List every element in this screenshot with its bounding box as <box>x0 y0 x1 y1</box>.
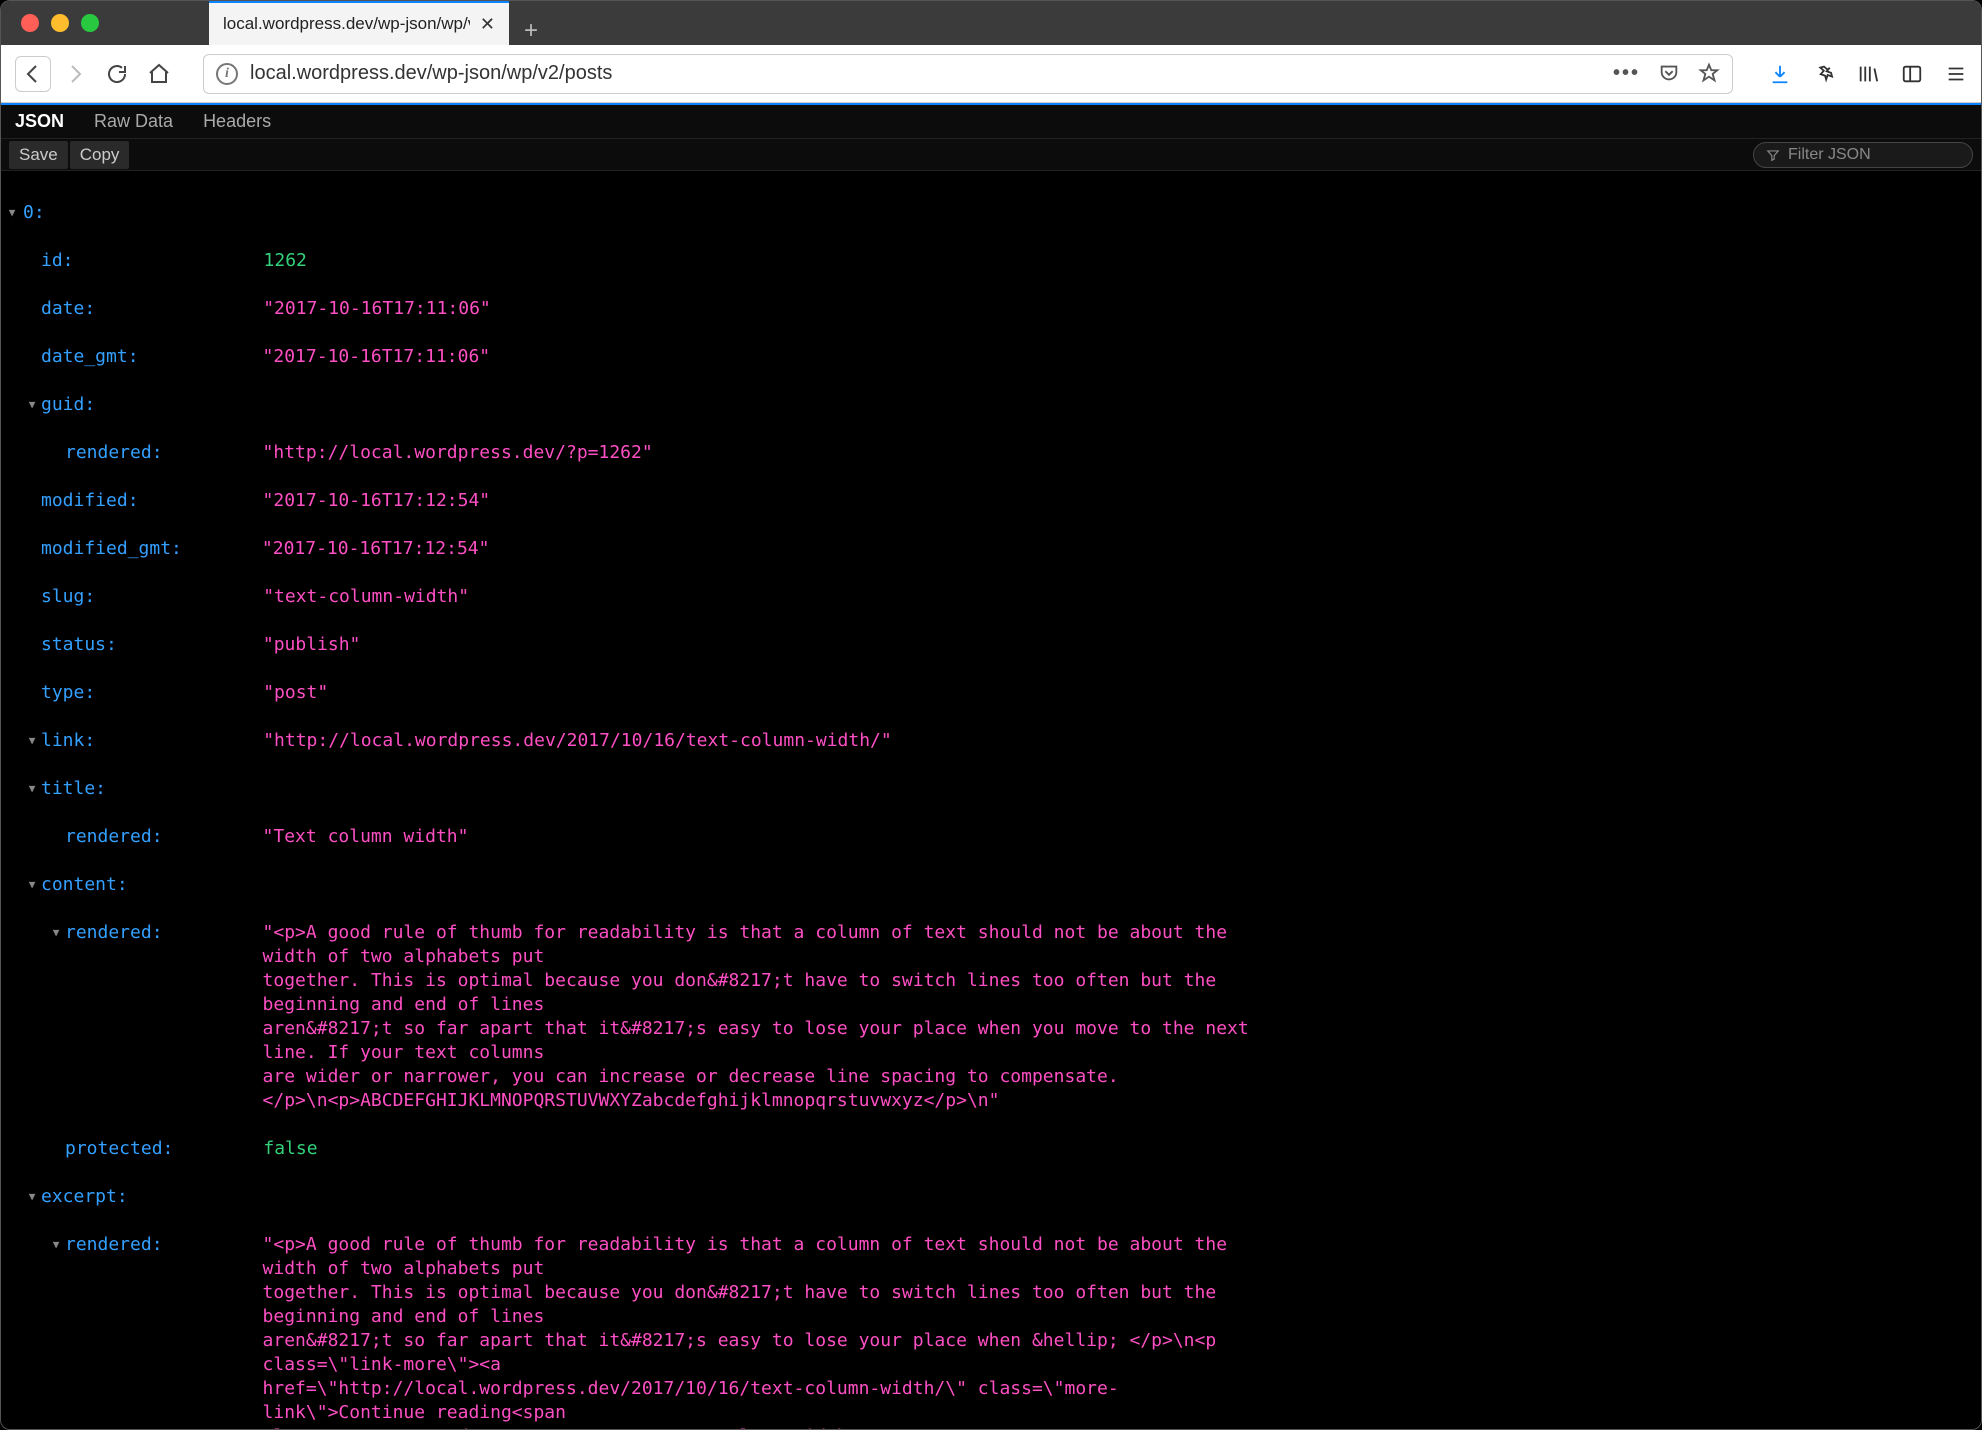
copy-button[interactable]: Copy <box>70 141 130 169</box>
json-viewer-tabs: JSON Raw Data Headers <box>1 103 1981 139</box>
tab-title: local.wordpress.dev/wp-json/wp/v2/ <box>223 14 470 34</box>
maximize-window-button[interactable] <box>81 14 99 32</box>
json-key[interactable]: id: <box>41 249 74 273</box>
bookmark-star-icon[interactable] <box>1698 62 1720 84</box>
filter-icon <box>1766 148 1780 162</box>
menu-icon[interactable] <box>1945 63 1967 85</box>
json-key[interactable]: date: <box>41 297 95 321</box>
json-key[interactable]: protected: <box>65 1137 173 1161</box>
json-value: "http://local.wordpress.dev/?p=1262" <box>263 441 653 465</box>
json-value: "2017-10-16T17:11:06" <box>263 297 491 321</box>
json-value: "2017-10-16T17:12:54" <box>262 537 490 561</box>
close-window-button[interactable] <box>21 14 39 32</box>
pocket-icon[interactable] <box>1658 62 1680 84</box>
json-key[interactable]: rendered: <box>65 825 163 849</box>
toggle-icon[interactable]: ▼ <box>25 873 39 897</box>
toggle-icon[interactable]: ▼ <box>25 393 39 417</box>
json-key[interactable]: modified_gmt: <box>41 537 182 561</box>
new-tab-button[interactable]: + <box>509 17 553 45</box>
toggle-icon[interactable]: ▼ <box>25 777 39 801</box>
json-key[interactable]: title: <box>41 777 106 801</box>
json-key[interactable]: type: <box>41 681 95 705</box>
toggle-icon[interactable]: ▼ <box>5 201 19 225</box>
reload-button[interactable] <box>99 56 135 92</box>
json-value: false <box>263 1137 317 1161</box>
nav-toolbar: i local.wordpress.dev/wp-json/wp/v2/post… <box>1 45 1981 103</box>
toggle-icon[interactable]: ▼ <box>49 921 63 945</box>
json-value: "2017-10-16T17:12:54" <box>263 489 491 513</box>
browser-window: local.wordpress.dev/wp-json/wp/v2/ ✕ + i… <box>0 0 1982 1430</box>
back-button[interactable] <box>15 56 51 92</box>
json-value: "<p>A good rule of thumb for readability… <box>263 1233 1263 1429</box>
tab-raw-data[interactable]: Raw Data <box>94 111 173 132</box>
json-key[interactable]: status: <box>41 633 117 657</box>
browser-tab-active[interactable]: local.wordpress.dev/wp-json/wp/v2/ ✕ <box>209 1 509 45</box>
filter-placeholder: Filter JSON <box>1788 146 1871 164</box>
json-key[interactable]: excerpt: <box>41 1185 128 1209</box>
json-value: "text-column-width" <box>263 585 469 609</box>
url-text: local.wordpress.dev/wp-json/wp/v2/posts <box>250 62 1601 85</box>
json-tree-viewport[interactable]: ▼0: id:1262 date:"2017-10-16T17:11:06" d… <box>1 171 1981 1429</box>
filter-json-input[interactable]: Filter JSON <box>1753 142 1973 168</box>
home-button[interactable] <box>141 56 177 92</box>
devtools-icon[interactable] <box>1813 63 1835 85</box>
forward-button[interactable] <box>57 56 93 92</box>
json-viewer-actions: Save Copy Filter JSON <box>1 139 1981 171</box>
json-key[interactable]: rendered: <box>65 921 163 945</box>
window-controls <box>1 14 99 32</box>
json-value: "post" <box>263 681 328 705</box>
toggle-icon[interactable]: ▼ <box>25 1185 39 1209</box>
titlebar: local.wordpress.dev/wp-json/wp/v2/ ✕ + <box>1 1 1981 45</box>
json-key[interactable]: modified: <box>41 489 139 513</box>
downloads-icon[interactable] <box>1769 63 1791 85</box>
page-actions-icon[interactable]: ••• <box>1613 62 1640 85</box>
json-key[interactable]: slug: <box>41 585 95 609</box>
toggle-icon[interactable]: ▼ <box>49 1233 63 1257</box>
json-value: "2017-10-16T17:11:06" <box>263 345 491 369</box>
json-value: "http://local.wordpress.dev/2017/10/16/t… <box>263 729 892 753</box>
json-key[interactable]: link: <box>41 729 95 753</box>
json-value: 1262 <box>264 249 307 273</box>
json-key[interactable]: 0: <box>23 201 45 225</box>
json-key[interactable]: rendered: <box>65 441 163 465</box>
close-tab-icon[interactable]: ✕ <box>480 14 495 35</box>
json-key[interactable]: content: <box>41 873 128 897</box>
json-key[interactable]: rendered: <box>65 1233 163 1257</box>
library-icon[interactable] <box>1857 63 1879 85</box>
json-value: "Text column width" <box>263 825 469 849</box>
json-key[interactable]: date_gmt: <box>41 345 139 369</box>
toggle-icon[interactable]: ▼ <box>25 729 39 753</box>
minimize-window-button[interactable] <box>51 14 69 32</box>
save-button[interactable]: Save <box>9 141 68 169</box>
json-key[interactable]: guid: <box>41 393 95 417</box>
site-info-icon[interactable]: i <box>216 63 238 85</box>
json-tree: ▼0: id:1262 date:"2017-10-16T17:11:06" d… <box>1 171 1981 1429</box>
json-value: "publish" <box>263 633 361 657</box>
sidebar-icon[interactable] <box>1901 63 1923 85</box>
tab-headers[interactable]: Headers <box>203 111 271 132</box>
tab-strip: local.wordpress.dev/wp-json/wp/v2/ ✕ + <box>209 1 553 45</box>
json-value: "<p>A good rule of thumb for readability… <box>263 921 1263 1113</box>
url-bar[interactable]: i local.wordpress.dev/wp-json/wp/v2/post… <box>203 54 1733 94</box>
tab-json[interactable]: JSON <box>15 111 64 132</box>
